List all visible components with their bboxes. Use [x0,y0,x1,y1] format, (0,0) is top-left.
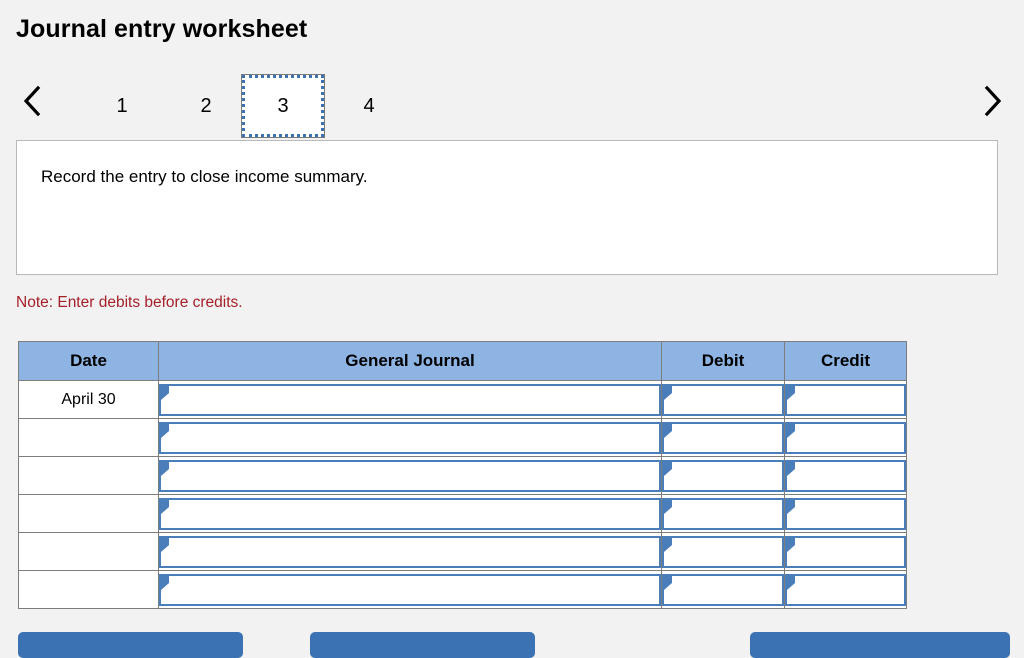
general-journal-cell[interactable] [158,380,662,419]
date-cell[interactable] [18,532,159,571]
date-cell[interactable] [18,456,159,495]
credit-input[interactable] [785,421,906,454]
credit-cell[interactable] [784,418,907,457]
credit-input[interactable] [785,573,906,606]
debit-cell[interactable] [661,380,785,419]
general-journal-input[interactable] [159,573,661,606]
credit-cell[interactable] [784,570,907,609]
general-journal-cell[interactable] [158,456,662,495]
date-cell[interactable] [18,418,159,457]
credit-input[interactable] [785,535,906,568]
journal-entry-table: Date General Journal Debit Credit April … [18,341,907,609]
page-tab-4[interactable]: 4 [327,74,411,138]
instruction-text: Record the entry to close income summary… [41,167,368,186]
debit-cell[interactable] [661,532,785,571]
debit-input[interactable] [662,421,784,454]
page-tab-label: 2 [200,94,212,117]
view-general-journal-button[interactable] [750,632,1010,658]
general-journal-input[interactable] [159,535,661,568]
page-title: Journal entry worksheet [16,15,308,43]
table-row [18,532,907,571]
date-cell[interactable] [18,570,159,609]
general-journal-input[interactable] [159,383,661,416]
table-header-row: Date General Journal Debit Credit [18,341,907,381]
column-header-general-journal: General Journal [158,341,662,381]
credit-cell[interactable] [784,532,907,571]
general-journal-input[interactable] [159,459,661,492]
debit-input[interactable] [662,383,784,416]
page-tab-label: 4 [363,94,375,117]
page-tab-label: 3 [277,94,289,117]
date-cell[interactable]: April 30 [18,380,159,419]
credit-cell[interactable] [784,456,907,495]
debit-input[interactable] [662,497,784,530]
table-row [18,494,907,533]
table-row [18,418,907,457]
page-tab-1[interactable]: 1 [80,74,164,138]
credit-cell[interactable] [784,380,907,419]
column-header-credit: Credit [784,341,907,381]
debit-input[interactable] [662,573,784,606]
record-entry-button[interactable] [18,632,243,658]
credit-input[interactable] [785,383,906,416]
debits-before-credits-note: Note: Enter debits before credits. [16,294,243,311]
debit-cell[interactable] [661,494,785,533]
general-journal-cell[interactable] [158,570,662,609]
table-row [18,570,907,609]
page-tab-label: 1 [116,94,128,117]
debit-input[interactable] [662,459,784,492]
general-journal-cell[interactable] [158,494,662,533]
instruction-panel: Record the entry to close income summary… [16,140,998,275]
clear-entry-button[interactable] [310,632,535,658]
debit-cell[interactable] [661,418,785,457]
debit-cell[interactable] [661,570,785,609]
general-journal-cell[interactable] [158,532,662,571]
credit-cell[interactable] [784,494,907,533]
credit-input[interactable] [785,497,906,530]
general-journal-cell[interactable] [158,418,662,457]
debit-input[interactable] [662,535,784,568]
credit-input[interactable] [785,459,906,492]
column-header-debit: Debit [661,341,785,381]
table-row [18,456,907,495]
debit-cell[interactable] [661,456,785,495]
page-tab-2[interactable]: 2 [164,74,248,138]
worksheet-pager: 1 2 3 4 [0,70,1024,142]
table-row: April 30 [18,380,907,419]
date-cell[interactable] [18,494,159,533]
page-tab-3[interactable]: 3 [241,74,325,138]
chevron-right-icon[interactable] [968,70,1016,132]
column-header-date: Date [18,341,159,381]
general-journal-input[interactable] [159,497,661,530]
general-journal-input[interactable] [159,421,661,454]
chevron-left-icon[interactable] [8,70,56,132]
